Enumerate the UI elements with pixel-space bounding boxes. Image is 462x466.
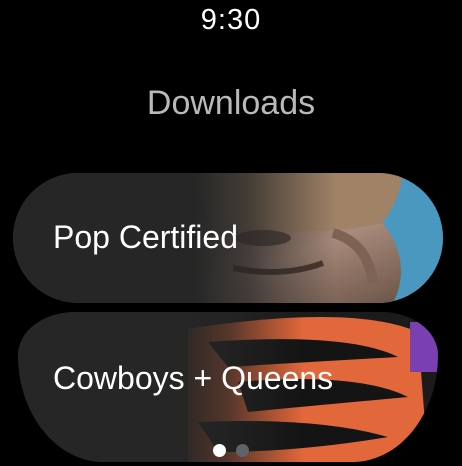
status-time: 9:30 — [200, 4, 262, 36]
watch-screen: 9:30 Downloads Pop Certified Cowboys + Q… — [0, 0, 462, 466]
page-indicator — [0, 444, 462, 458]
playlist-card-pop-certified[interactable]: Pop Certified — [13, 173, 443, 303]
playlist-label: Pop Certified — [53, 219, 238, 255]
playlist-card-cowboys-queens[interactable]: Cowboys + Queens — [18, 312, 438, 462]
page-title: Downloads — [146, 84, 316, 122]
page-dot-active — [213, 444, 226, 457]
playlist-label: Cowboys + Queens — [53, 360, 334, 396]
page-dot — [236, 444, 249, 457]
